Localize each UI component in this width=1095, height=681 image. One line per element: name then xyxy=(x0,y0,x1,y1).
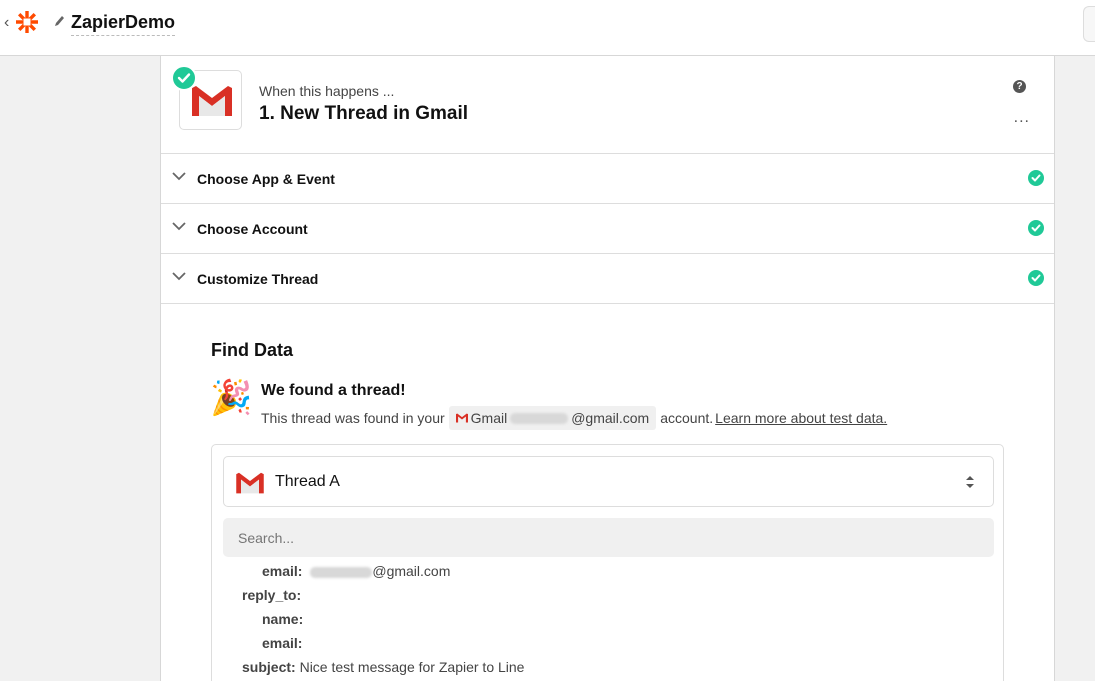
selected-thread-label: Thread A xyxy=(275,473,340,490)
check-circle-icon xyxy=(1028,270,1044,286)
field-value: @gmail.com xyxy=(372,563,451,579)
field-row: name: xyxy=(262,611,303,627)
field-key: reply_to: xyxy=(242,587,302,603)
find-data-title: Find Data xyxy=(211,340,294,360)
field-key: email: xyxy=(262,635,303,651)
top-bar: ‹ ZapierDemo xyxy=(0,0,1095,56)
back-chevron-icon[interactable]: ‹ xyxy=(4,14,9,32)
redacted-text xyxy=(510,412,569,424)
section-choose-account[interactable]: Choose Account xyxy=(161,204,1054,254)
when-this-happens-label: When this happens ... xyxy=(259,83,395,99)
field-key: email: xyxy=(262,563,303,579)
found-thread-title: We found a thread! xyxy=(261,382,406,399)
more-options-icon[interactable]: ... xyxy=(1014,109,1030,127)
zapier-logo-icon[interactable] xyxy=(14,9,40,35)
pencil-icon[interactable] xyxy=(53,14,65,28)
thread-select-dropdown[interactable]: Thread A xyxy=(223,456,994,507)
section-label: Choose Account xyxy=(197,221,308,237)
chevron-down-icon xyxy=(172,222,186,231)
field-value: Nice test message for Zapier to Line xyxy=(299,659,525,675)
check-circle-icon xyxy=(1028,220,1044,236)
section-customize-thread[interactable]: Customize Thread xyxy=(161,254,1054,304)
party-popper-icon: 🎉 xyxy=(210,379,253,417)
chevron-down-icon xyxy=(172,172,186,181)
topbar-button[interactable] xyxy=(1083,6,1095,42)
check-circle-icon xyxy=(1028,170,1044,186)
test-data-box: Thread A email: @gmail.com reply_to: nam… xyxy=(211,444,1004,681)
step-panel: When this happens ... 1. New Thread in G… xyxy=(160,56,1055,681)
gmail-logo-icon xyxy=(192,85,232,117)
step-header: When this happens ... 1. New Thread in G… xyxy=(161,56,1054,154)
field-row: subject: Nice test message for Zapier to… xyxy=(242,659,524,675)
account-app-name: Gmail xyxy=(470,410,508,426)
redacted-text xyxy=(310,566,373,578)
learn-more-link[interactable]: Learn more about test data. xyxy=(715,410,887,426)
select-arrows-icon xyxy=(966,476,974,488)
field-row: email: xyxy=(262,635,302,651)
gmail-logo-icon xyxy=(236,472,264,494)
found-thread-description: This thread was found in your Gmail @gma… xyxy=(261,406,887,430)
gmail-small-icon xyxy=(455,413,468,423)
field-key: subject: xyxy=(242,659,296,675)
search-input[interactable] xyxy=(223,518,994,557)
section-choose-app-event[interactable]: Choose App & Event xyxy=(161,154,1054,204)
field-key: name: xyxy=(262,611,304,627)
found-mid-text: account. xyxy=(660,410,714,426)
account-pill: Gmail @gmail.com xyxy=(448,406,657,430)
help-icon[interactable]: ? xyxy=(1013,80,1026,93)
zap-name[interactable]: ZapierDemo xyxy=(71,12,176,36)
found-prefix-text: This thread was found in your xyxy=(261,410,445,426)
section-label: Choose App & Event xyxy=(197,171,335,187)
section-label: Customize Thread xyxy=(197,271,319,287)
step-complete-check-icon xyxy=(171,65,197,91)
chevron-down-icon xyxy=(172,272,186,281)
field-row: email: @gmail.com xyxy=(262,563,450,579)
field-row: reply_to: xyxy=(242,587,301,603)
account-email-suffix: @gmail.com xyxy=(571,410,650,426)
step-title: 1. New Thread in Gmail xyxy=(259,103,469,124)
